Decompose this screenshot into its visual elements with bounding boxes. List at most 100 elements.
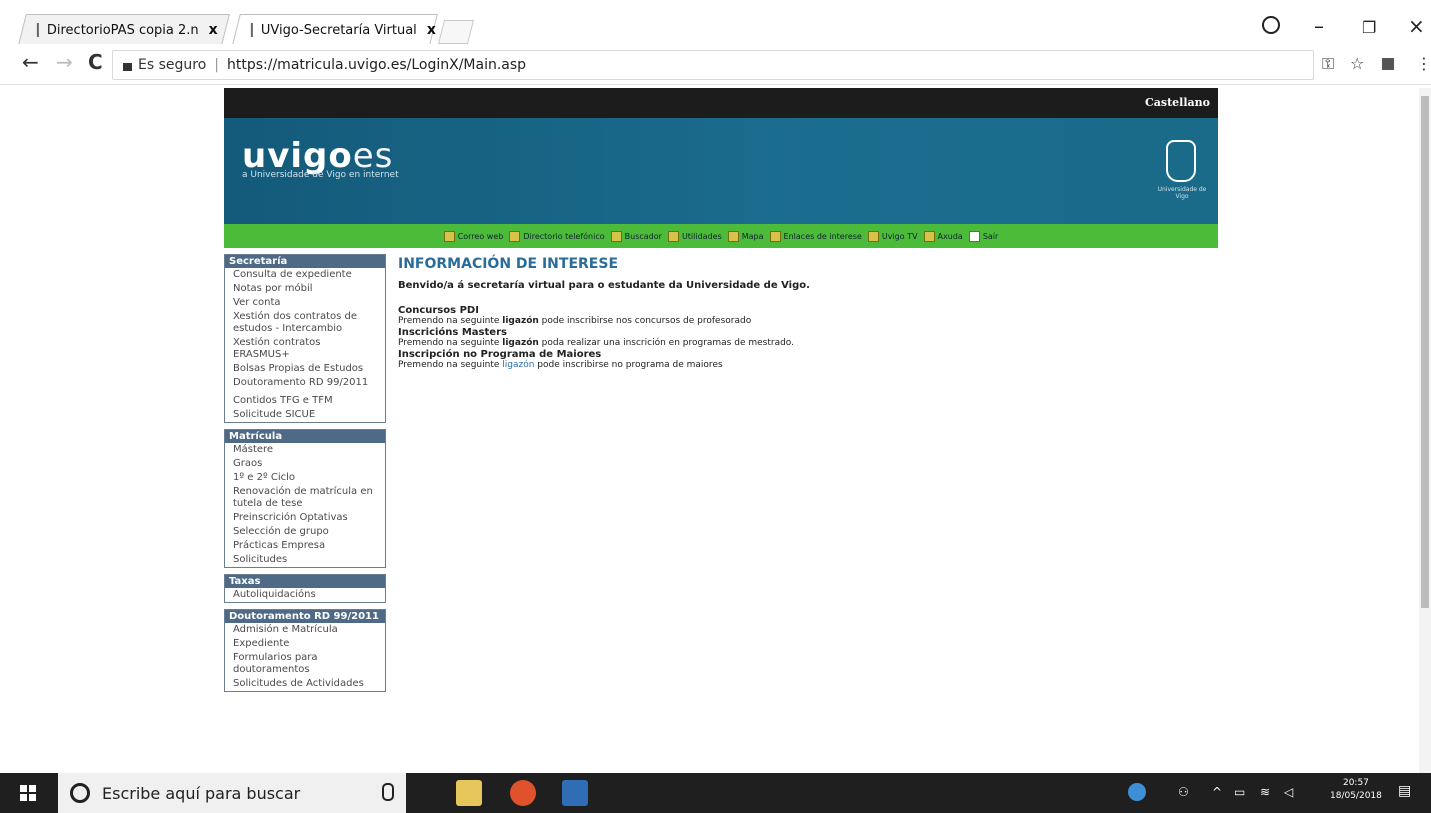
windows-start-icon[interactable] bbox=[20, 785, 36, 801]
sidebar-link[interactable]: Graos bbox=[225, 457, 385, 471]
bookmark-star-icon[interactable]: ☆ bbox=[1350, 54, 1364, 73]
chrome-icon[interactable] bbox=[510, 780, 536, 806]
inline-link[interactable]: ligazón bbox=[502, 316, 539, 326]
tab-secretaria-virtual[interactable]: UVigo-Secretaría Virtual x bbox=[232, 14, 438, 45]
nav-label: Saír bbox=[982, 231, 999, 241]
help-icon bbox=[923, 230, 935, 242]
reload-button[interactable]: C bbox=[88, 50, 103, 74]
back-button[interactable]: ← bbox=[22, 50, 39, 74]
sidebar-link[interactable]: Solicitudes de Actividades bbox=[225, 677, 385, 691]
sidebar-link[interactable]: Doutoramento RD 99/2011 bbox=[225, 376, 385, 390]
cortana-icon bbox=[70, 783, 90, 803]
sidebar-link[interactable]: Renovación de matrícula en tutela de tes… bbox=[225, 485, 385, 511]
security-label: Es seguro bbox=[138, 57, 207, 73]
outlook-icon[interactable] bbox=[562, 780, 588, 806]
clock-date: 18/05/2018 bbox=[1330, 791, 1382, 801]
notifications-icon[interactable]: ▤ bbox=[1398, 783, 1411, 799]
sidebar-link[interactable]: Notas por móbil bbox=[225, 282, 385, 296]
sidebar-box-taxas: Taxas Autoliquidacións bbox=[224, 574, 386, 603]
sidebar-link[interactable]: Ver conta bbox=[225, 296, 385, 310]
site-top-bar: Castellano bbox=[224, 88, 1218, 118]
sidebar-link[interactable]: Formularios para doutoramentos bbox=[225, 651, 385, 677]
nav-label: Uvigo TV bbox=[881, 231, 918, 241]
nav-utilidades[interactable]: Utilidades bbox=[667, 230, 722, 242]
nav-correo-web[interactable]: Correo web bbox=[443, 230, 503, 242]
sidebar-link[interactable]: Prácticas Empresa bbox=[225, 539, 385, 553]
nav-mapa[interactable]: Mapa bbox=[727, 230, 764, 242]
welcome-text: Benvido/a á secretaría virtual para o es… bbox=[398, 280, 810, 291]
microphone-icon[interactable] bbox=[382, 783, 394, 801]
file-explorer-icon[interactable] bbox=[456, 780, 482, 806]
nav-sair[interactable]: Saír bbox=[968, 230, 999, 242]
url-text[interactable]: https://matricula.uvigo.es/LoginX/Main.a… bbox=[227, 57, 526, 73]
sidebar-link[interactable]: Solicitudes bbox=[225, 553, 385, 567]
page-scrollbar[interactable] bbox=[1419, 88, 1431, 774]
sidebar-link[interactable]: Xestión dos contratos de estudos - Inter… bbox=[225, 310, 385, 336]
people-icon[interactable]: ⚇ bbox=[1178, 785, 1189, 799]
sidebar-link[interactable]: Preinscrición Optativas bbox=[225, 511, 385, 525]
nav-buscador[interactable]: Buscador bbox=[610, 230, 662, 242]
sidebar-link[interactable]: Admisión e Matrícula bbox=[225, 623, 385, 637]
key-icon[interactable]: ⚿ bbox=[1322, 54, 1334, 74]
forward-button[interactable]: → bbox=[56, 50, 73, 74]
extension-icon[interactable] bbox=[1382, 58, 1394, 70]
section-title: Inscripción no Programa de Maiores bbox=[398, 349, 602, 360]
tab-close-icon[interactable]: x bbox=[209, 22, 218, 38]
sidebar-link[interactable]: Contidos TFG e TFM bbox=[225, 394, 385, 408]
sidebar-link[interactable]: Selección de grupo bbox=[225, 525, 385, 539]
crest-caption: Universidade de Vigo bbox=[1157, 186, 1207, 200]
url-omnibox[interactable]: Es seguro | https://matricula.uvigo.es/L… bbox=[112, 50, 1314, 80]
inline-link[interactable]: ligazón bbox=[502, 360, 534, 370]
document-icon bbox=[250, 23, 253, 37]
network-icon[interactable]: ≋ bbox=[1260, 785, 1270, 799]
help-tray-icon[interactable] bbox=[1128, 783, 1146, 801]
links-icon bbox=[769, 230, 781, 242]
new-tab-button[interactable] bbox=[438, 20, 474, 44]
tab-close-icon[interactable]: x bbox=[427, 22, 436, 38]
browser-tab-strip: DirectorioPAS copia 2.n x UVigo-Secretar… bbox=[0, 0, 1431, 45]
sidebar-link[interactable]: Consulta de expediente bbox=[225, 268, 385, 282]
sidebar-link[interactable]: Autoliquidacións bbox=[225, 588, 385, 602]
section-title: Inscricións Masters bbox=[398, 327, 507, 338]
volume-icon[interactable]: ◁ bbox=[1284, 785, 1293, 799]
lock-icon bbox=[123, 63, 132, 71]
tab-title: UVigo-Secretaría Virtual bbox=[260, 22, 417, 38]
close-window-button[interactable]: × bbox=[1408, 14, 1425, 38]
nav-label: Axuda bbox=[937, 231, 963, 241]
phone-icon bbox=[509, 230, 521, 242]
nav-enlaces[interactable]: Enlaces de interese bbox=[769, 230, 862, 242]
taskbar-clock[interactable]: 20:57 18/05/2018 bbox=[1330, 777, 1382, 803]
page-title: INFORMACIÓN DE INTERESE bbox=[398, 256, 619, 272]
scrollbar-thumb[interactable] bbox=[1421, 96, 1429, 608]
browser-menu-icon[interactable]: ⋮ bbox=[1416, 54, 1431, 73]
taskbar-search-box[interactable]: Escribe aquí para buscar bbox=[58, 773, 406, 813]
nav-directorio[interactable]: Directorio telefónico bbox=[509, 230, 605, 242]
site-banner: uvigoes a Universidade de Vigo en intern… bbox=[224, 118, 1218, 224]
sidebar-link[interactable]: Bolsas Propias de Estudos bbox=[225, 362, 385, 376]
sidebar-link[interactable]: Solicitude SICUE bbox=[225, 408, 385, 422]
sidebar-link[interactable]: Xestión contratos ERASMUS+ bbox=[225, 336, 385, 362]
sidebar-box-doutoramento: Doutoramento RD 99/2011 Admisión e Matrí… bbox=[224, 609, 386, 692]
language-link[interactable]: Castellano bbox=[1145, 96, 1210, 109]
section-text: Premendo na seguinte ligazón pode inscri… bbox=[398, 316, 1198, 327]
nav-uvigo-tv[interactable]: Uvigo TV bbox=[867, 230, 918, 242]
tab-directorio[interactable]: DirectorioPAS copia 2.n x bbox=[18, 14, 230, 45]
nav-label: Enlaces de interese bbox=[783, 231, 862, 241]
maximize-button[interactable]: ❐ bbox=[1362, 18, 1376, 37]
sidebar-link[interactable]: Expediente bbox=[225, 637, 385, 651]
inline-link[interactable]: ligazón bbox=[502, 338, 539, 348]
text-post: poda realizar una inscrición en programa… bbox=[538, 338, 795, 348]
sidebar-header: Secretaría bbox=[225, 255, 385, 268]
battery-icon[interactable]: ▭ bbox=[1234, 785, 1245, 799]
sidebar-box-matricula: Matrícula Mástere Graos 1º e 2º Ciclo Re… bbox=[224, 429, 386, 568]
chevron-up-icon[interactable]: ^ bbox=[1212, 785, 1222, 799]
account-icon[interactable] bbox=[1262, 16, 1280, 34]
nav-axuda[interactable]: Axuda bbox=[923, 230, 963, 242]
address-bar-row: ← → C Es seguro | https://matricula.uvig… bbox=[0, 44, 1431, 85]
tv-icon bbox=[867, 230, 879, 242]
sidebar-link[interactable]: 1º e 2º Ciclo bbox=[225, 471, 385, 485]
sidebar: Secretaría Consulta de expediente Notas … bbox=[224, 254, 386, 698]
minimize-button[interactable]: – bbox=[1314, 14, 1324, 38]
search-icon bbox=[610, 230, 622, 242]
sidebar-link[interactable]: Mástere bbox=[225, 443, 385, 457]
